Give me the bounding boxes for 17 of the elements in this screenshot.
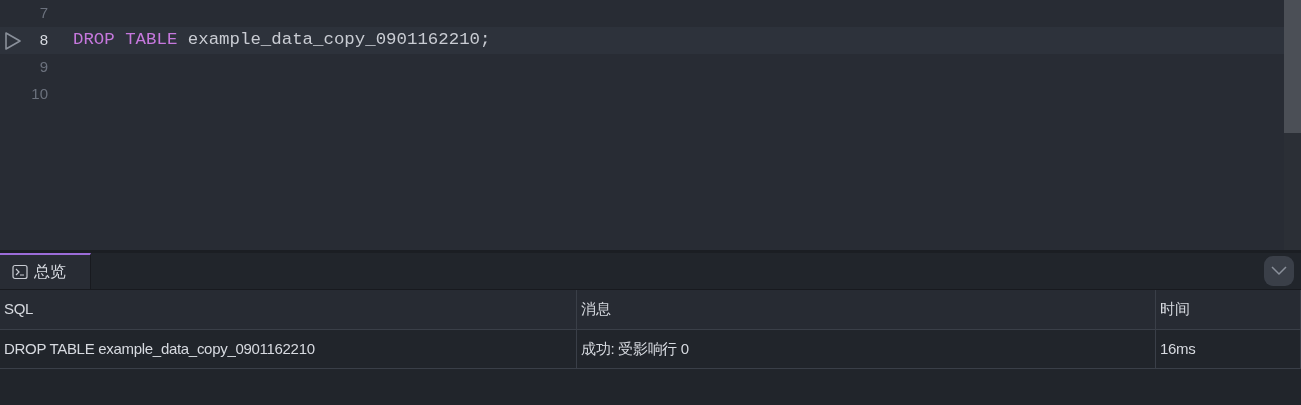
column-header: 消息: [577, 290, 1156, 330]
line-number: 8: [39, 30, 48, 51]
tab[interactable]: 总览: [0, 253, 91, 289]
collapse-button[interactable]: [1264, 256, 1294, 286]
line-number: 7: [39, 3, 48, 24]
scrollbar-thumb[interactable]: [1284, 0, 1301, 133]
column-header: 时间: [1156, 290, 1301, 330]
code-line: DROP TABLE example_data_copy_0901162210;: [72, 29, 491, 52]
line-number: 10: [31, 84, 48, 105]
chevron-down-icon: [1271, 266, 1287, 276]
table-cell: DROP TABLE example_data_copy_0901162210: [0, 330, 577, 369]
table-cell: 成功: 受影响行 0: [577, 330, 1156, 369]
table-cell: 16ms: [1156, 330, 1301, 369]
column-header: SQL: [0, 290, 577, 330]
line-number: 9: [39, 57, 48, 78]
terminal-icon: [12, 264, 28, 280]
run-icon[interactable]: [4, 30, 22, 51]
